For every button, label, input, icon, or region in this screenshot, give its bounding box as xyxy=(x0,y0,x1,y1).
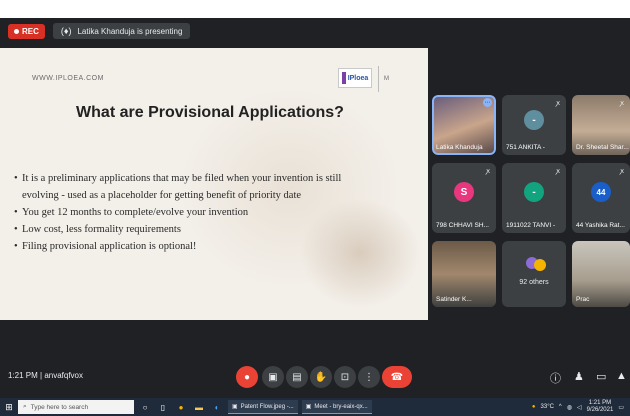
participant-avatar: 44 xyxy=(591,182,611,203)
participant-name: Dr. Sheetal Shar... xyxy=(576,144,629,151)
participant-tile-chhavi[interactable]: ꭗ S 798 CHHAVI SH... xyxy=(432,163,496,233)
taskbar-app-photos[interactable]: ▣ Patent Flow.jpeg -... xyxy=(228,400,298,414)
slide-bullet: You get 12 months to complete/evolve you… xyxy=(14,204,424,221)
participant-tile-latika[interactable]: ⋯ Latika Khanduja xyxy=(432,95,496,155)
participant-tile-others[interactable]: 92 others xyxy=(502,241,566,307)
record-dot-icon xyxy=(14,28,19,34)
taskbar-app-label: Meet - bry-eaix-qx... xyxy=(314,403,368,410)
mic-off-icon: ꭗ xyxy=(556,168,560,175)
cortana-icon[interactable]: ○ xyxy=(138,400,152,414)
slide-divider xyxy=(378,66,379,92)
weather-temp[interactable]: 33°C xyxy=(541,404,554,410)
mic-off-icon: ꭗ xyxy=(486,168,490,175)
search-icon: ⌕ xyxy=(23,403,27,410)
slide-side-text: M xyxy=(384,76,389,82)
mic-off-icon: ꭗ xyxy=(556,100,560,107)
present-icon: ⊡ xyxy=(340,371,350,383)
logo-mark-icon xyxy=(341,72,346,84)
speaking-icon: ⋯ xyxy=(483,98,492,107)
more-vert-icon: ⋮ xyxy=(364,371,374,383)
others-avatar-2 xyxy=(534,259,546,271)
participant-name: 44 Yashika Rat... xyxy=(576,222,625,229)
mic-off-icon: ꭗ xyxy=(620,168,624,175)
participant-name: 798 CHHAVI SH... xyxy=(436,222,489,229)
meet-top-bar: REC (♦) Latika Khanduja is presenting xyxy=(0,18,630,44)
notifications-icon[interactable]: ▭ xyxy=(618,404,624,411)
mic-off-icon: ꭗ xyxy=(620,100,624,107)
participant-tile-tanvi[interactable]: ꭗ - 1911022 TANVI - xyxy=(502,163,566,233)
slide-bullet: Low cost, less formality requirements xyxy=(14,221,424,238)
slide-bullet: It is a preliminary applications that ma… xyxy=(14,170,424,187)
presentation-slide: WWW.IPLOEA.COM IPloea M What are Provisi… xyxy=(0,48,428,320)
weather-icon: ● xyxy=(531,404,536,410)
captions-icon: ▤ xyxy=(292,371,302,383)
participant-tile-prac[interactable]: Prac xyxy=(572,241,630,307)
camera-icon: ▣ xyxy=(268,371,278,383)
clock[interactable]: 1:21 PM 9/26/2021 xyxy=(587,400,614,414)
meet-control-bar: 1:21 PM | anvafqfvox ● ▣ ▤ ✋ ⊡ ⋮ ☎ ⓘ ♟ ▭… xyxy=(0,360,630,396)
activities-icon[interactable]: ▲ xyxy=(616,370,627,382)
slide-logo-text: IPloea xyxy=(347,74,369,82)
others-count: 92 others xyxy=(519,279,549,286)
tray-chevron-icon[interactable]: ^ xyxy=(559,404,562,410)
taskbar-app-label: Patent Flow.jpeg -... xyxy=(240,403,294,410)
clock-time: 1:21 PM xyxy=(588,400,612,406)
clock-date: 9/26/2021 xyxy=(586,407,614,413)
windows-taskbar: ⊞ ⌕ Type here to search ○ ▯ ● ▬ ◐ ▣ Pate… xyxy=(0,398,630,416)
windows-start-icon[interactable]: ⊞ xyxy=(0,398,18,416)
participant-avatar: S xyxy=(454,182,474,203)
present-now-button[interactable]: ⊡ xyxy=(334,366,356,388)
participant-tile-ankita[interactable]: ꭗ - 751 ANKITA - xyxy=(502,95,566,155)
leave-call-button[interactable]: ☎ xyxy=(382,366,412,388)
participant-avatar: - xyxy=(524,110,544,131)
participant-avatar: - xyxy=(524,182,544,203)
hand-icon: ✋ xyxy=(314,371,328,383)
participant-name: Prac xyxy=(576,296,590,303)
participant-name: 751 ANKITA - xyxy=(506,144,545,151)
participant-tile-satinder[interactable]: Satinder K... xyxy=(432,241,496,307)
volume-icon[interactable]: ◁ xyxy=(577,404,582,411)
taskbar-search-box[interactable]: ⌕ Type here to search xyxy=(18,400,134,414)
participant-tile-yashika[interactable]: ꭗ 44 44 Yashika Rat... xyxy=(572,163,630,233)
taskbar-app-meet[interactable]: ▣ Meet - bry-eaix-qx... xyxy=(301,400,372,414)
participant-name: Latika Khanduja xyxy=(436,144,483,151)
mic-off-icon: ● xyxy=(243,371,251,383)
meeting-details-icon[interactable]: ⓘ xyxy=(550,370,561,386)
participant-tile-sheetal[interactable]: ꭗ Dr. Sheetal Shar... xyxy=(572,95,630,155)
presenting-text: Latika Khanduja is presenting xyxy=(77,26,183,36)
slide-logo: IPloea xyxy=(338,68,372,88)
presenter-icon: (♦) xyxy=(60,26,72,36)
slide-bullet-list: It is a preliminary applications that ma… xyxy=(14,170,424,255)
edge-icon[interactable]: ◐ xyxy=(210,400,224,414)
presenting-indicator[interactable]: (♦) Latika Khanduja is presenting xyxy=(52,23,191,39)
captions-button[interactable]: ▤ xyxy=(286,366,308,388)
raise-hand-button[interactable]: ✋ xyxy=(310,366,332,388)
system-tray: ● 33°C ^ ◍ ◁ 1:21 PM 9/26/2021 ▭ xyxy=(532,400,630,414)
recording-label: REC xyxy=(22,26,39,36)
camera-toggle-button[interactable]: ▣ xyxy=(262,366,284,388)
more-options-button[interactable]: ⋮ xyxy=(358,366,380,388)
hangup-icon: ☎ xyxy=(390,371,404,383)
file-explorer-icon[interactable]: ▬ xyxy=(192,400,206,414)
slide-bullet: Filing provisional application is option… xyxy=(14,238,424,255)
window-top-strip xyxy=(0,0,630,18)
task-view-icon[interactable]: ▯ xyxy=(156,400,170,414)
taskbar-search-placeholder: Type here to search xyxy=(30,403,89,411)
network-icon[interactable]: ◍ xyxy=(567,404,572,411)
people-icon[interactable]: ♟ xyxy=(574,370,584,383)
slide-url: WWW.IPLOEA.COM xyxy=(32,75,104,82)
participant-name: 1911022 TANVI - xyxy=(506,222,556,229)
recording-badge: REC xyxy=(8,23,45,39)
slide-title: What are Provisional Applications? xyxy=(76,104,344,121)
slide-bullet-continuation: evolving - used as a placeholder for get… xyxy=(22,190,302,201)
participant-name: Satinder K... xyxy=(436,296,472,303)
chrome-icon[interactable]: ● xyxy=(174,400,188,414)
photos-icon: ▣ xyxy=(232,404,238,410)
chat-icon[interactable]: ▭ xyxy=(596,370,606,383)
mic-toggle-button[interactable]: ● xyxy=(236,366,258,388)
meet-icon: ▣ xyxy=(305,404,312,410)
meeting-time-and-code: 1:21 PM | anvafqfvox xyxy=(8,371,84,380)
